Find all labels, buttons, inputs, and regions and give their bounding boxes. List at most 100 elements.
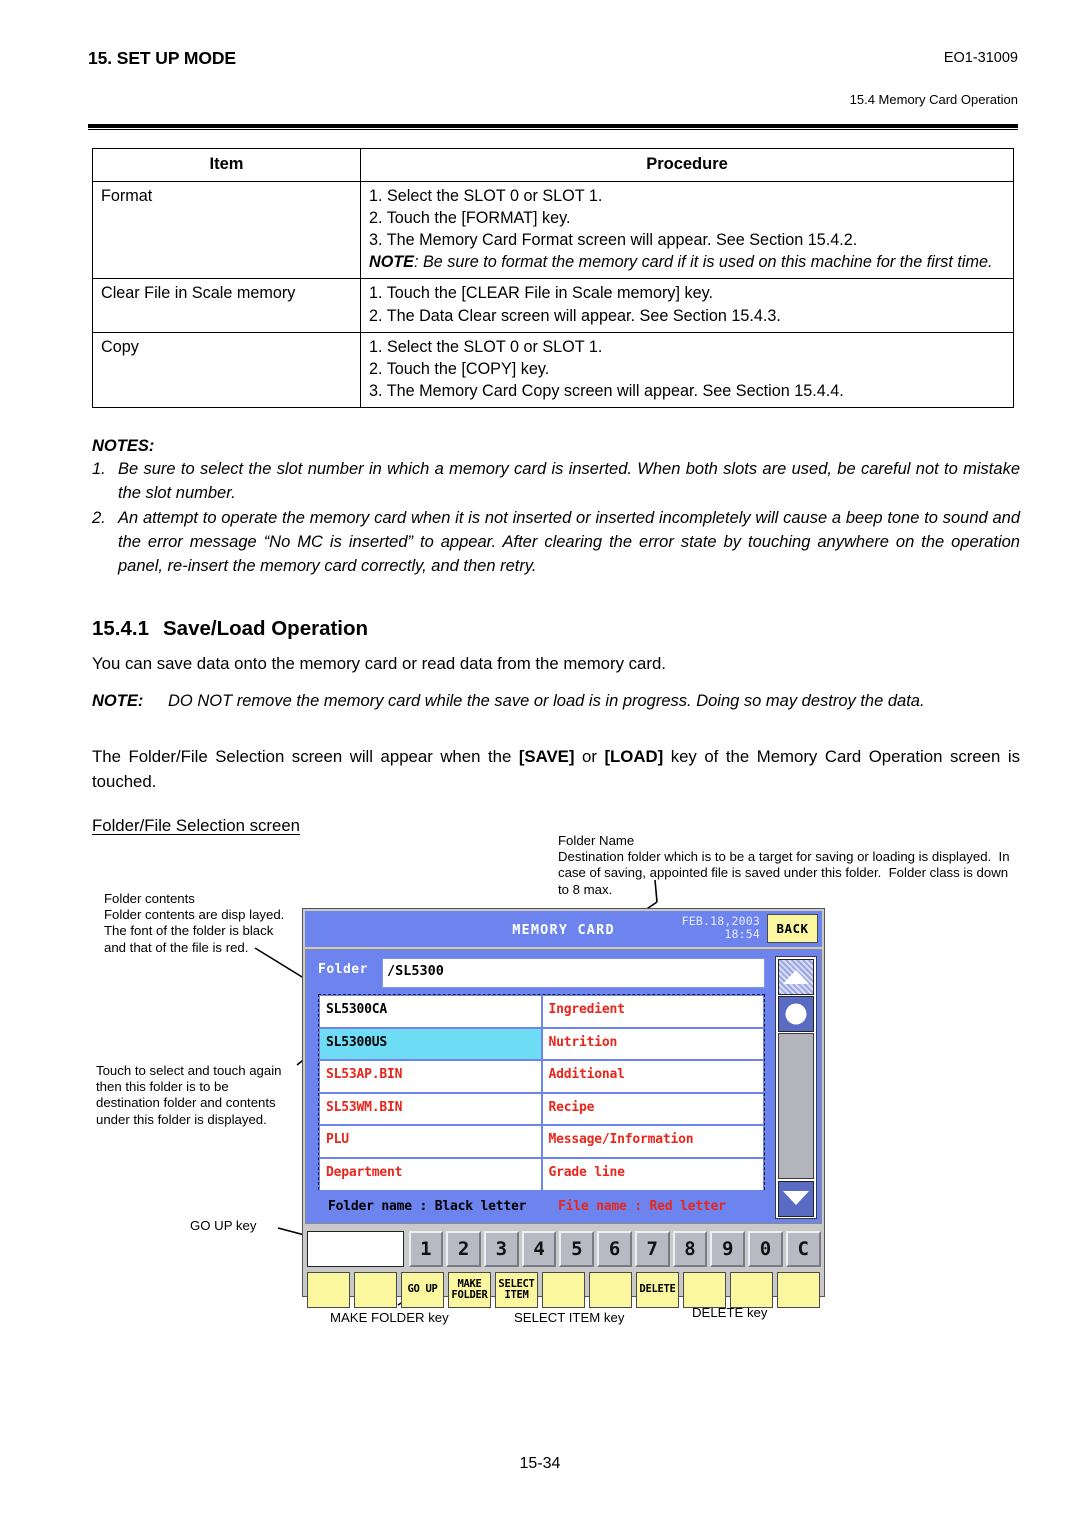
table-row: SL5300CA Ingredient <box>319 995 764 1028</box>
make-folder-key[interactable]: MAKE FOLDER <box>448 1272 491 1308</box>
lcd-time: 18:54 <box>724 927 760 942</box>
table-row: SL53WM.BIN Recipe <box>319 1092 764 1126</box>
section-heading: 15.4.1 Save/Load Operation <box>92 617 368 641</box>
function-key-blank-6[interactable] <box>730 1272 773 1308</box>
scroll-down-icon[interactable] <box>777 1180 814 1217</box>
folder-entry-right[interactable]: Additional <box>541 1060 764 1093</box>
section-note: NOTE: DO NOT remove the memory card whil… <box>92 690 1020 713</box>
chapter-title: 15. SET UP MODE <box>88 48 236 68</box>
function-key-blank-1[interactable] <box>307 1272 350 1308</box>
function-key-blank-2[interactable] <box>354 1272 397 1308</box>
table-row: SL53AP.BIN Additional <box>319 1060 764 1093</box>
select-item-key[interactable]: SELECT ITEM <box>495 1272 538 1308</box>
lcd-datetime: FEB.18,2003 18:54 <box>682 914 760 942</box>
legend-row: Folder name : Black letter File name : R… <box>320 1197 765 1219</box>
row-procedure-cell: 1. Select the SLOT 0 or SLOT 1. 2. Touch… <box>360 331 1014 409</box>
function-key-row: GO UP MAKE FOLDER SELECT ITEM DELETE <box>305 1271 822 1309</box>
folder-entry-right[interactable]: Nutrition <box>541 1027 764 1061</box>
folder-path-field[interactable]: /SL5300 <box>382 958 765 988</box>
folder-entry-right[interactable]: Recipe <box>541 1092 764 1126</box>
scroll-up-icon[interactable] <box>777 958 814 995</box>
row-item-label: Copy <box>92 331 361 409</box>
num-key-2[interactable]: 2 <box>446 1231 481 1267</box>
row-item-label: Format <box>92 180 361 280</box>
num-key-8[interactable]: 8 <box>672 1231 708 1267</box>
section-paragraph: The Folder/File Selection screen will ap… <box>92 747 1020 791</box>
note-text: Be sure to select the slot number in whi… <box>118 460 1020 502</box>
annotation-make-folder-key: MAKE FOLDER key <box>330 1310 449 1325</box>
scrollbar[interactable] <box>775 956 817 1219</box>
section-intro-paragraph: You can save data onto the memory card o… <box>92 654 666 673</box>
section-reference: 15.4 Memory Card Operation <box>849 92 1018 107</box>
triangle-up-icon <box>782 969 809 984</box>
procedure-step: 3. The Memory Card Format screen will ap… <box>369 230 858 249</box>
folder-entry-left-selected[interactable]: SL5300US <box>319 1027 542 1061</box>
annotation-touch-to-select: Touch to select and touch again then thi… <box>96 1063 282 1127</box>
num-key-5[interactable]: 5 <box>559 1231 595 1267</box>
function-key-blank-4[interactable] <box>589 1272 632 1308</box>
row-item-label: Clear File in Scale memory <box>92 278 361 333</box>
folder-entry-left[interactable]: SL53AP.BIN <box>319 1060 542 1093</box>
numeric-key-row: 1 2 3 4 5 6 7 8 9 0 C <box>305 1229 822 1269</box>
column-header-item: Item <box>92 148 361 182</box>
procedure-table: Item Procedure Format 1. Select the SLOT… <box>92 148 1014 409</box>
folder-entry-left[interactable]: PLU <box>319 1125 542 1158</box>
page-number: 15-34 <box>519 1455 561 1472</box>
row-procedure-cell: 1. Touch the [CLEAR File in Scale memory… <box>360 278 1014 333</box>
scroll-track[interactable] <box>777 1033 814 1179</box>
num-key-3[interactable]: 3 <box>483 1231 519 1267</box>
note-number: 2. <box>92 508 106 527</box>
keypad-area: 1 2 3 4 5 6 7 8 9 0 C GO UP MAKE FOLDER … <box>305 1227 822 1308</box>
folder-entry-right[interactable]: Message/Information <box>541 1125 764 1158</box>
lcd-content-area: Folder /SL5300 SL5300CA Ingredient SL530… <box>305 949 822 1224</box>
note-item: 1. Be sure to select the slot number in … <box>92 458 1020 506</box>
num-key-1[interactable]: 1 <box>408 1231 444 1267</box>
annotation-folder-contents: Folder contents Folder contents are disp… <box>104 891 285 955</box>
scroll-thumb-icon[interactable] <box>777 996 814 1032</box>
procedure-note-text: : Be sure to format the memory card if i… <box>413 253 993 272</box>
folder-label: Folder <box>318 962 368 977</box>
num-key-4[interactable]: 4 <box>521 1231 557 1267</box>
annotation-select-item-key: SELECT ITEM key <box>514 1310 625 1325</box>
procedure-step: 2. Touch the [COPY] key. <box>369 359 550 378</box>
num-key-6[interactable]: 6 <box>597 1231 632 1267</box>
legend-file-name: File name : Red letter <box>558 1199 726 1214</box>
num-key-7[interactable]: 7 <box>634 1231 670 1267</box>
folder-entry-right[interactable]: Grade line <box>541 1157 764 1191</box>
procedure-step: 1. Touch the [CLEAR File in Scale memory… <box>369 284 713 303</box>
section-note-label: NOTE: <box>92 692 144 710</box>
table-header-row: Item Procedure <box>92 148 1014 182</box>
num-key-9[interactable]: 9 <box>710 1231 746 1267</box>
document-code: EO1-31009 <box>943 50 1018 66</box>
numeric-entry-display[interactable] <box>307 1231 404 1267</box>
circle-icon <box>785 1003 806 1025</box>
function-key-blank-5[interactable] <box>683 1272 726 1308</box>
procedure-step: 1. Select the SLOT 0 or SLOT 1. <box>369 186 603 205</box>
notes-block: NOTES: 1. Be sure to select the slot num… <box>92 437 1020 580</box>
section-note-text: DO NOT remove the memory card while the … <box>168 692 925 710</box>
folder-entry-right[interactable]: Ingredient <box>541 995 764 1028</box>
num-key-clear[interactable]: C <box>785 1231 821 1267</box>
folder-entry-left[interactable]: SL5300CA <box>319 995 542 1028</box>
column-header-procedure: Procedure <box>360 148 1014 182</box>
triangle-down-icon <box>782 1190 809 1205</box>
delete-key[interactable]: DELETE <box>636 1272 679 1308</box>
function-key-blank-7[interactable] <box>777 1272 820 1308</box>
table-row: Format 1. Select the SLOT 0 or SLOT 1. 2… <box>92 180 1014 280</box>
annotation-folder-name: Folder Name Destination folder which is … <box>558 833 1010 897</box>
go-up-key[interactable]: GO UP <box>401 1272 444 1308</box>
folder-entry-left[interactable]: SL53WM.BIN <box>319 1092 542 1126</box>
annotation-go-up-key: GO UP key <box>190 1218 257 1233</box>
table-row: Copy 1. Select the SLOT 0 or SLOT 1. 2. … <box>92 331 1014 409</box>
function-key-blank-3[interactable] <box>542 1272 585 1308</box>
folder-entry-left[interactable]: Department <box>319 1157 542 1191</box>
num-key-0[interactable]: 0 <box>748 1231 783 1267</box>
back-button[interactable]: BACK <box>767 914 818 943</box>
notes-heading: NOTES: <box>92 437 155 455</box>
folder-contents-grid: SL5300CA Ingredient SL5300US Nutrition S… <box>318 994 765 1191</box>
lcd-title-bar: MEMORY CARD FEB.18,2003 18:54 BACK <box>305 911 822 947</box>
table-row: PLU Message/Information <box>319 1125 764 1158</box>
table-row: Clear File in Scale memory 1. Touch the … <box>92 278 1014 333</box>
procedure-step: 2. The Data Clear screen will appear. Se… <box>369 306 781 325</box>
section-title: Save/Load Operation <box>163 617 369 640</box>
